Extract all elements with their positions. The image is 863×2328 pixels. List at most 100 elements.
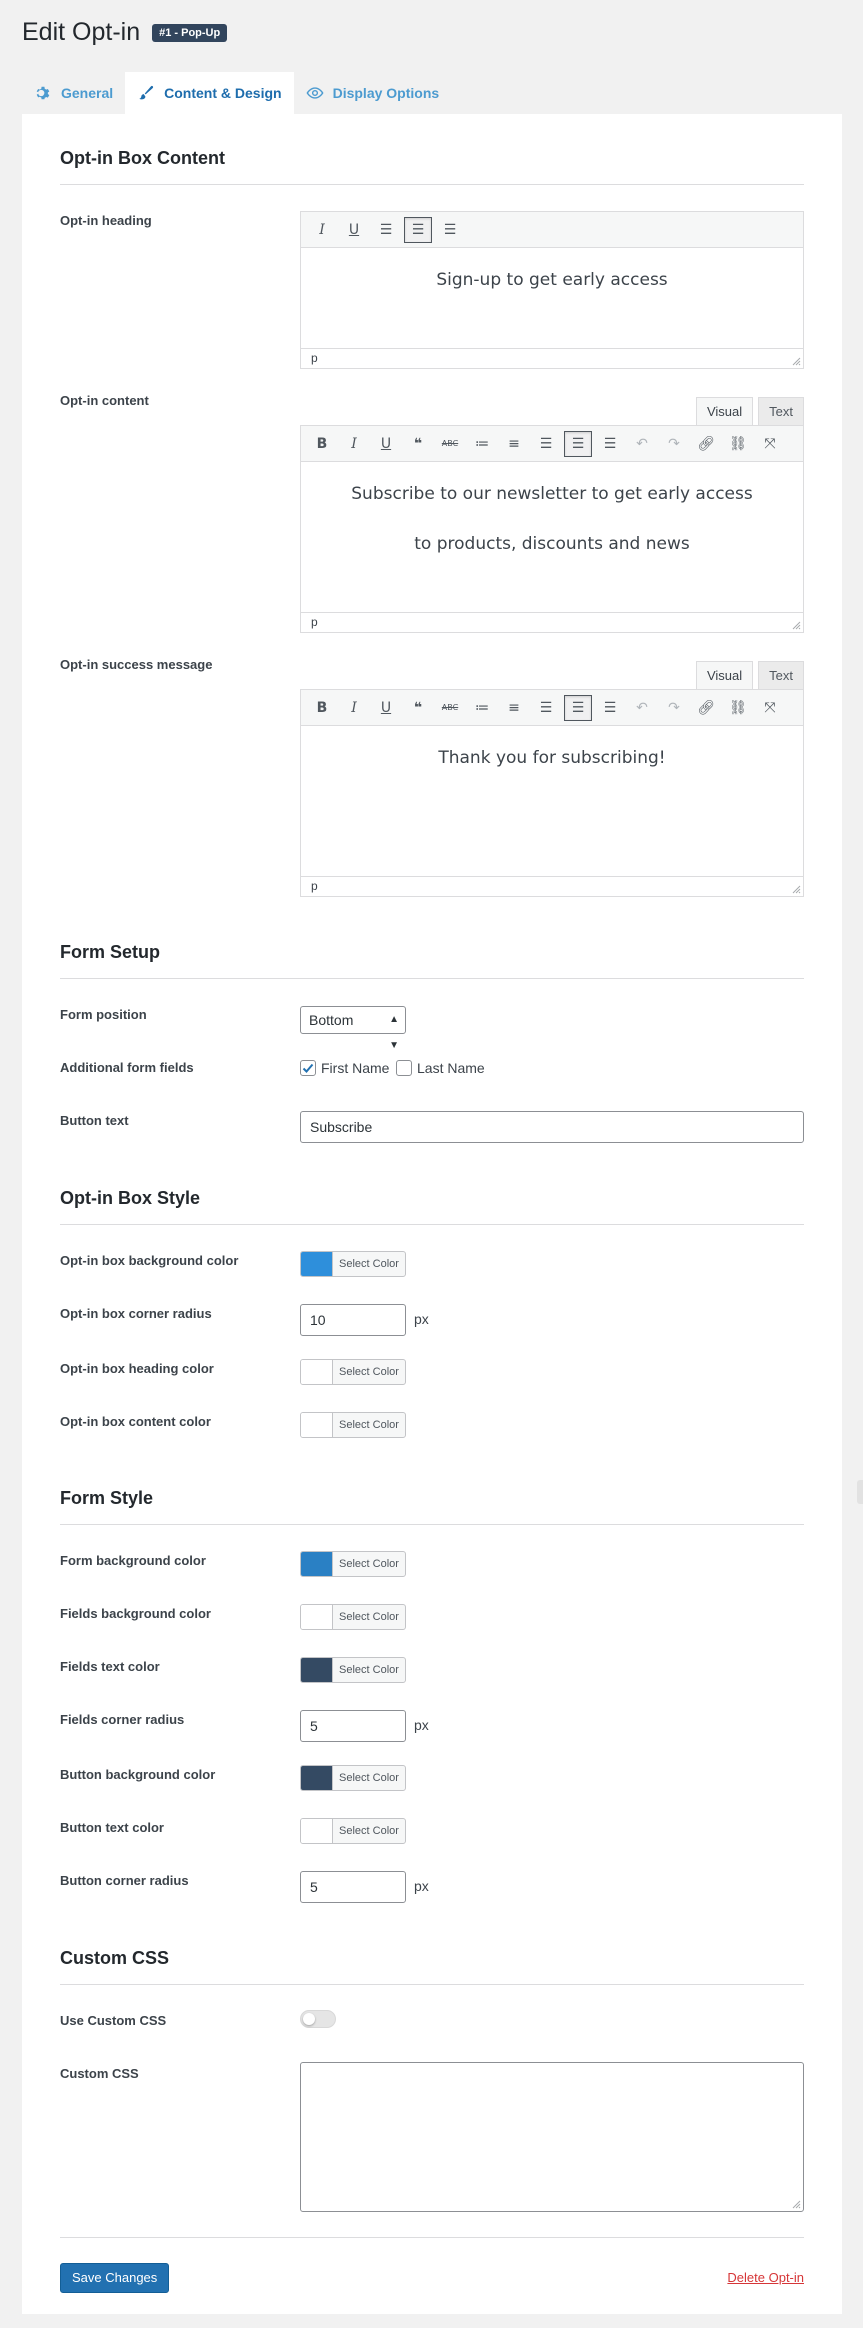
optin-content-body[interactable]: Subscribe to our newsletter to get early… [301, 462, 803, 612]
fields-radius-value: 5 [310, 1718, 318, 1734]
bold-button[interactable]: B [308, 695, 336, 721]
redo-button[interactable]: ↷ [660, 695, 688, 721]
box-content-color-button[interactable]: Select Color [300, 1412, 406, 1438]
box-bg-color-button[interactable]: Select Color [300, 1251, 406, 1277]
custom-css-textarea[interactable] [300, 2062, 804, 2212]
unlink-button[interactable]: ⛓︎ [724, 695, 752, 721]
success-mode-tabs: Visual Text [691, 661, 804, 689]
button-radius-value: 5 [310, 1879, 318, 1895]
undo-button[interactable]: ↶ [628, 695, 656, 721]
bullet-list-button[interactable]: ≔ [468, 431, 496, 457]
blockquote-button[interactable]: ❝ [404, 431, 432, 457]
status-tag: p [311, 351, 318, 365]
select-color-label: Select Color [339, 1825, 399, 1837]
optin-success-body[interactable]: Thank you for subscribing! [301, 726, 803, 876]
select-color-label: Select Color [339, 1664, 399, 1676]
resize-grip-icon[interactable] [791, 620, 801, 630]
box-heading-swatch [301, 1360, 333, 1384]
form-bg-color-button[interactable]: Select Color [300, 1551, 406, 1577]
first-name-checkbox[interactable] [300, 1060, 316, 1076]
gear-icon [36, 86, 50, 100]
button-bg-color-button[interactable]: Select Color [300, 1765, 406, 1791]
resize-grip-icon[interactable] [791, 356, 801, 366]
link-button[interactable]: 🔗︎ [692, 695, 720, 721]
toggle-knob [303, 2013, 315, 2025]
bold-button[interactable]: B [308, 431, 336, 457]
align-right-button[interactable]: ☰ [436, 217, 464, 243]
align-right-button[interactable]: ☰ [596, 695, 624, 721]
strikethrough-button[interactable]: ABC [436, 431, 464, 457]
divider [60, 1224, 804, 1225]
align-right-button[interactable]: ☰ [596, 431, 624, 457]
undo-button[interactable]: ↶ [628, 431, 656, 457]
delete-optin-link[interactable]: Delete Opt-in [727, 2270, 804, 2285]
box-radius-input[interactable]: 10 [300, 1304, 406, 1336]
use-custom-css-toggle[interactable] [300, 2010, 336, 2028]
align-left-button[interactable]: ☰ [372, 217, 400, 243]
strikethrough-button[interactable]: ABC [436, 695, 464, 721]
bullet-list-button[interactable]: ≔ [468, 695, 496, 721]
fields-bg-color-button[interactable]: Select Color [300, 1604, 406, 1630]
px-unit: px [414, 1717, 429, 1733]
optin-heading-editor: I U ☰ ☰ ☰ Sign-up to get early access p [300, 211, 804, 369]
italic-button[interactable]: I [340, 695, 368, 721]
divider [60, 1524, 804, 1525]
save-changes-button[interactable]: Save Changes [60, 2263, 170, 2293]
resize-grip-icon[interactable] [791, 2199, 801, 2209]
link-button[interactable]: 🔗︎ [692, 431, 720, 457]
optin-heading-body[interactable]: Sign-up to get early access [301, 248, 803, 348]
eye-icon [306, 87, 324, 99]
fullscreen-button[interactable]: ⤧ [756, 695, 784, 721]
redo-button[interactable]: ↷ [660, 431, 688, 457]
button-text-color-button[interactable]: Select Color [300, 1818, 406, 1844]
settings-panel: Opt-in Box Content Opt-in heading I U ☰ … [22, 114, 842, 2314]
align-left-button[interactable]: ☰ [532, 431, 560, 457]
px-unit: px [414, 1878, 429, 1894]
resize-grip-icon[interactable] [791, 884, 801, 894]
text-mode-tab[interactable]: Text [758, 397, 804, 425]
align-center-button[interactable]: ☰ [564, 430, 592, 457]
underline-button[interactable]: U [372, 431, 400, 457]
align-center-button[interactable]: ☰ [404, 216, 432, 243]
fields-radius-input[interactable]: 5 [300, 1710, 406, 1742]
select-color-label: Select Color [339, 1366, 399, 1378]
button-radius-input[interactable]: 5 [300, 1871, 406, 1903]
form-position-label: Form position [60, 1007, 147, 1022]
form-position-select[interactable]: Bottom ▲ ▼ [300, 1006, 406, 1051]
box-bg-swatch [301, 1252, 333, 1276]
tab-display-options-label: Display Options [332, 85, 440, 101]
underline-button[interactable]: U [340, 217, 368, 243]
italic-button[interactable]: I [308, 217, 336, 243]
optin-success-editor: B I U ❝ ABC ≔ ≡ ☰ ☰ ☰ ↶ ↷ 🔗︎ ⛓︎ ⤧ Thank … [300, 689, 804, 897]
last-name-checkbox[interactable] [396, 1060, 412, 1076]
box-heading-color-button[interactable]: Select Color [300, 1359, 406, 1385]
fields-text-color-label: Fields text color [60, 1659, 160, 1674]
italic-button[interactable]: I [340, 431, 368, 457]
tab-content-design[interactable]: Content & Design [125, 72, 294, 114]
numbered-list-button[interactable]: ≡ [500, 695, 528, 721]
numbered-list-button[interactable]: ≡ [500, 431, 528, 457]
optin-content-line-1: Subscribe to our newsletter to get early… [351, 484, 753, 504]
fullscreen-button[interactable]: ⤧ [756, 431, 784, 457]
tab-display-options[interactable]: Display Options [294, 72, 452, 114]
align-left-button[interactable]: ☰ [532, 695, 560, 721]
fields-text-color-button[interactable]: Select Color [300, 1657, 406, 1683]
form-position-value: Bottom [309, 1012, 354, 1028]
underline-button[interactable]: U [372, 695, 400, 721]
tab-general[interactable]: General [22, 72, 125, 114]
align-center-button[interactable]: ☰ [564, 694, 592, 721]
blockquote-button[interactable]: ❝ [404, 695, 432, 721]
button-text-input[interactable]: Subscribe [300, 1111, 804, 1143]
divider [60, 2237, 804, 2238]
button-radius-label: Button corner radius [60, 1873, 189, 1888]
tab-content-design-label: Content & Design [164, 85, 282, 101]
text-mode-tab[interactable]: Text [758, 661, 804, 689]
unlink-button[interactable]: ⛓︎ [724, 431, 752, 457]
select-color-label: Select Color [339, 1419, 399, 1431]
tab-general-label: General [61, 85, 114, 101]
visual-mode-tab[interactable]: Visual [695, 397, 754, 425]
button-text-color-label: Button text color [60, 1820, 164, 1835]
divider [60, 978, 804, 979]
visual-mode-tab[interactable]: Visual [695, 661, 754, 689]
scroll-edge-mark [857, 1480, 863, 1504]
